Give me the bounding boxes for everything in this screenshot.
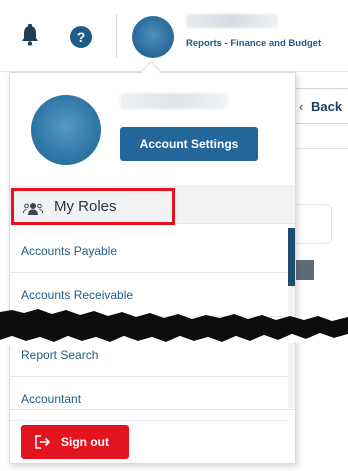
users-icon — [23, 203, 43, 215]
account-dropdown: Account Settings My Roles Accounts Payab… — [9, 72, 296, 464]
background-card — [292, 204, 332, 244]
scrollbar-thumb[interactable] — [288, 228, 295, 286]
account-settings-button[interactable]: Account Settings — [120, 127, 258, 161]
back-button-label: Back — [311, 99, 343, 114]
header-divider — [116, 14, 117, 58]
sign-out-label: Sign out — [61, 435, 109, 449]
avatar[interactable] — [132, 16, 174, 58]
my-roles-header: My Roles — [10, 186, 295, 225]
torn-edge-divider — [0, 309, 348, 346]
background-divider — [292, 148, 348, 149]
footer-divider — [10, 409, 295, 410]
back-button[interactable]: ‹ Back — [292, 88, 348, 124]
help-icon[interactable]: ? — [70, 26, 92, 48]
chevron-left-icon: ‹ — [299, 99, 304, 114]
my-roles-label: My Roles — [54, 198, 117, 215]
profile-name-redacted — [120, 93, 228, 109]
my-roles-highlight[interactable]: My Roles — [11, 188, 175, 225]
header-subtitle: Reports - Finance and Budget — [186, 38, 322, 49]
sign-out-icon — [35, 435, 51, 449]
top-bar: ? Reports - Finance and Budget — [0, 0, 348, 72]
sign-out-button[interactable]: Sign out — [21, 425, 129, 459]
profile-avatar — [31, 95, 101, 165]
role-item-label: Accounts Payable — [21, 244, 118, 258]
bell-icon[interactable] — [20, 24, 40, 46]
role-item-accounts-payable[interactable]: Accounts Payable — [10, 229, 288, 273]
role-item-label: Accountant — [21, 392, 82, 406]
user-name-redacted — [186, 14, 278, 28]
role-item-accountant[interactable]: Accountant — [10, 377, 288, 421]
